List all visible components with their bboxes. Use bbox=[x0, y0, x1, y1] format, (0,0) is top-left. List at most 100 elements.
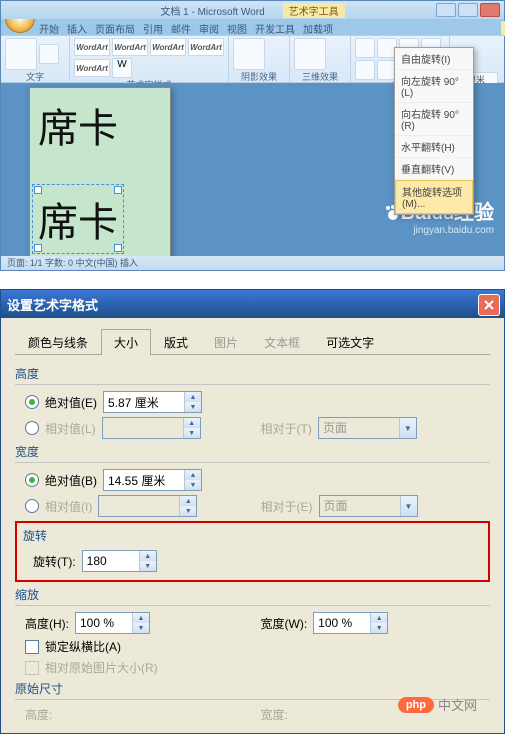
page: 席卡 席卡 bbox=[29, 87, 171, 259]
checkbox-lock-ar[interactable] bbox=[25, 640, 39, 654]
menu-flip-h[interactable]: 水平翻转(H) bbox=[395, 136, 473, 158]
tab-picture: 图片 bbox=[201, 329, 251, 355]
spin-height-abs[interactable]: ▲▼ bbox=[103, 391, 202, 413]
ribbon-tabs: 开始 插入 页面布局 引用 邮件 审阅 视图 开发工具 加载项 格式 bbox=[39, 21, 373, 36]
position-button[interactable] bbox=[355, 38, 375, 58]
section-rotation: 旋转 bbox=[23, 527, 482, 546]
shadow-button[interactable] bbox=[233, 38, 265, 70]
spin-width-abs[interactable]: ▲▼ bbox=[103, 469, 202, 491]
label-rel-to-t: 相对于(T) bbox=[261, 420, 312, 437]
tab-mailings[interactable]: 邮件 bbox=[171, 21, 191, 36]
contextual-tools-title: 艺术字工具 bbox=[283, 3, 345, 18]
tab-view[interactable]: 视图 bbox=[227, 21, 247, 36]
input-width-rel bbox=[99, 496, 179, 516]
tab-alttext[interactable]: 可选文字 bbox=[313, 329, 387, 355]
wordart-object-1[interactable]: 席卡 bbox=[38, 96, 118, 154]
menu-rotate-right[interactable]: 向右旋转 90°(R) bbox=[395, 103, 473, 136]
threed-button[interactable] bbox=[294, 38, 326, 70]
close-button[interactable] bbox=[480, 3, 500, 17]
align-button[interactable] bbox=[355, 60, 375, 80]
tab-textbox: 文本框 bbox=[251, 329, 313, 355]
document-title: 文档 1 - Microsoft Word bbox=[160, 3, 264, 18]
wordart-style-2[interactable]: WordArt bbox=[112, 38, 148, 56]
label-rel-orig: 相对原始图片大小(R) bbox=[45, 659, 158, 676]
tab-addins[interactable]: 加载项 bbox=[303, 21, 333, 36]
tab-colors-lines[interactable]: 颜色与线条 bbox=[15, 329, 101, 355]
radio-width-rel[interactable] bbox=[25, 499, 39, 513]
spin-down-icon[interactable]: ▼ bbox=[140, 561, 156, 571]
spin-up-icon[interactable]: ▲ bbox=[140, 551, 156, 561]
tab-insert[interactable]: 插入 bbox=[67, 21, 87, 36]
dialog-title-bar[interactable]: 设置艺术字格式 bbox=[1, 290, 504, 318]
combo-rel-to-width: 页面▼ bbox=[319, 495, 418, 517]
tab-references[interactable]: 引用 bbox=[143, 21, 163, 36]
wordart-style-3[interactable]: WordArt bbox=[150, 38, 186, 56]
spin-rotation[interactable]: ▲▼ bbox=[82, 550, 157, 572]
rotate-dropdown-menu: 自由旋转(I) 向左旋转 90°(L) 向右旋转 90°(R) 水平翻转(H) … bbox=[394, 47, 474, 215]
chevron-down-icon: ▼ bbox=[399, 418, 416, 438]
spin-up-icon[interactable]: ▲ bbox=[185, 392, 201, 402]
resize-handle-ne[interactable] bbox=[114, 186, 122, 194]
resize-handle-sw[interactable] bbox=[34, 244, 42, 252]
menu-flip-v[interactable]: 垂直翻转(V) bbox=[395, 158, 473, 180]
menu-more-rotation[interactable]: 其他旋转选项(M)... bbox=[395, 180, 473, 214]
menu-rotate-left[interactable]: 向左旋转 90°(L) bbox=[395, 70, 473, 103]
wordart-style-4[interactable]: WordArt bbox=[188, 38, 224, 56]
tab-review[interactable]: 审阅 bbox=[199, 21, 219, 36]
section-height: 高度 bbox=[15, 365, 490, 385]
spin-up-icon: ▲ bbox=[184, 418, 200, 428]
input-height-abs[interactable] bbox=[104, 392, 184, 412]
spacing-button[interactable] bbox=[39, 44, 59, 64]
rotation-highlight-box: 旋转 旋转(T): ▲▼ bbox=[15, 521, 490, 582]
spin-down-icon[interactable]: ▼ bbox=[371, 623, 387, 633]
wordart-style-5[interactable]: WordArt bbox=[74, 59, 110, 77]
wm-url: jingyan.baidu.com bbox=[385, 225, 494, 236]
resize-handle-se[interactable] bbox=[114, 244, 122, 252]
group-3d-label: 三维效果 bbox=[294, 70, 346, 83]
radio-height-rel[interactable] bbox=[25, 421, 39, 435]
group-text-label: 文字 bbox=[5, 70, 65, 83]
tab-format[interactable]: 格式 bbox=[501, 21, 505, 36]
label-scale-w: 宽度(W): bbox=[261, 615, 308, 632]
spin-down-icon[interactable]: ▼ bbox=[185, 402, 201, 412]
dialog-tabs: 颜色与线条 大小 版式 图片 文本框 可选文字 bbox=[15, 328, 490, 355]
label-width-abs: 绝对值(B) bbox=[45, 472, 97, 489]
resize-handle-nw[interactable] bbox=[34, 186, 42, 194]
spin-down-icon: ▼ bbox=[184, 428, 200, 438]
input-width-abs[interactable] bbox=[104, 470, 184, 490]
spin-scale-h[interactable]: ▲▼ bbox=[75, 612, 150, 634]
input-scale-w[interactable] bbox=[314, 613, 370, 633]
radio-width-abs[interactable] bbox=[25, 473, 39, 487]
spin-down-icon[interactable]: ▼ bbox=[185, 480, 201, 490]
section-width: 宽度 bbox=[15, 443, 490, 463]
menu-free-rotate[interactable]: 自由旋转(I) bbox=[395, 48, 473, 70]
dialog-body: 颜色与线条 大小 版式 图片 文本框 可选文字 高度 绝对值(E) ▲▼ 相对值… bbox=[1, 318, 504, 733]
tab-home[interactable]: 开始 bbox=[39, 21, 59, 36]
wordart-more-icon[interactable]: W bbox=[112, 58, 132, 78]
wordart-style-1[interactable]: WordArt bbox=[74, 38, 110, 56]
dialog-close-button[interactable] bbox=[478, 294, 500, 316]
spin-down-icon[interactable]: ▼ bbox=[133, 623, 149, 633]
spin-up-icon[interactable]: ▲ bbox=[371, 613, 387, 623]
title-bar: 文档 1 - Microsoft Word 艺术字工具 bbox=[1, 1, 504, 19]
input-scale-h[interactable] bbox=[76, 613, 132, 633]
tab-layout[interactable]: 页面布局 bbox=[95, 21, 135, 36]
wordart-object-2-selected[interactable]: 席卡 bbox=[38, 190, 118, 248]
label-rotation: 旋转(T): bbox=[33, 553, 76, 570]
tab-layout[interactable]: 版式 bbox=[151, 329, 201, 355]
radio-height-abs[interactable] bbox=[25, 395, 39, 409]
label-orig-w: 宽度: bbox=[261, 706, 288, 723]
tab-size[interactable]: 大小 bbox=[101, 329, 151, 355]
edit-text-button[interactable] bbox=[5, 38, 37, 70]
spin-up-icon[interactable]: ▲ bbox=[133, 613, 149, 623]
chevron-down-icon: ▼ bbox=[400, 496, 417, 516]
label-height-rel: 相对值(L) bbox=[45, 420, 96, 437]
tab-developer[interactable]: 开发工具 bbox=[255, 21, 295, 36]
input-rotation[interactable] bbox=[83, 551, 139, 571]
spin-scale-w[interactable]: ▲▼ bbox=[313, 612, 388, 634]
group-shadow-label: 阴影效果 bbox=[233, 70, 285, 83]
spin-up-icon[interactable]: ▲ bbox=[185, 470, 201, 480]
maximize-button[interactable] bbox=[458, 3, 478, 17]
minimize-button[interactable] bbox=[436, 3, 456, 17]
spin-height-rel: ▲▼ bbox=[102, 417, 201, 439]
